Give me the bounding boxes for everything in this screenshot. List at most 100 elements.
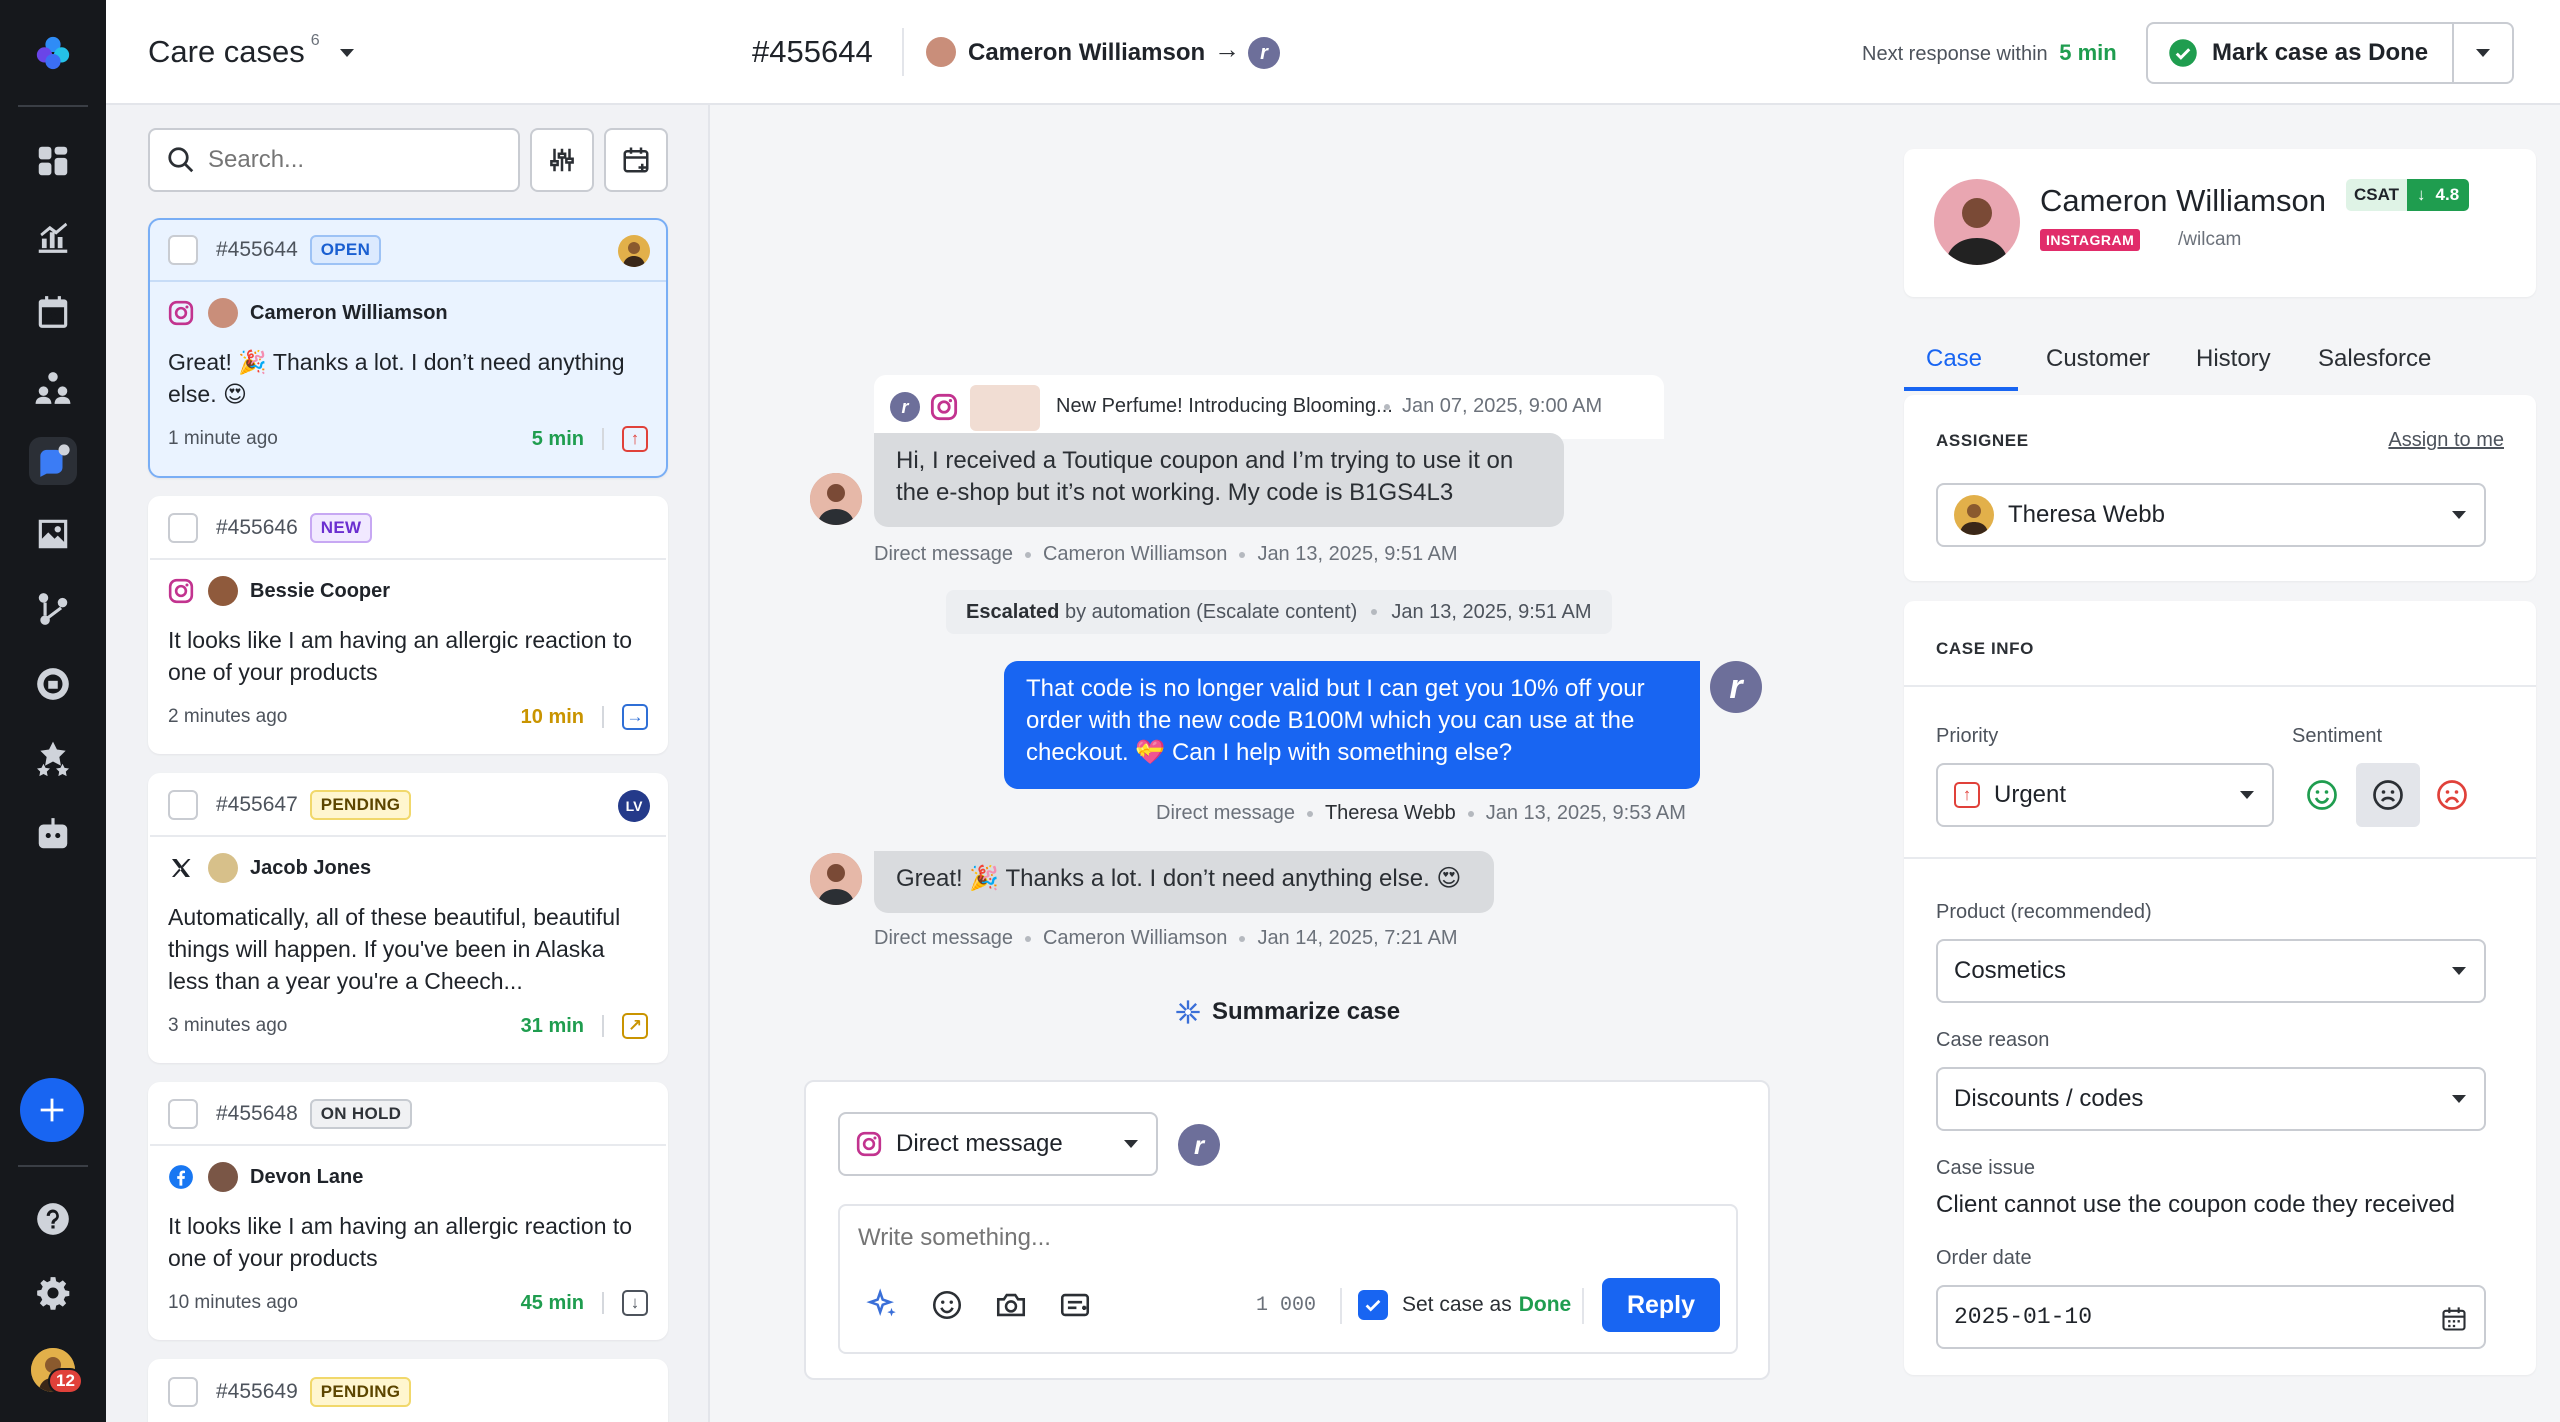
csat-label: CSAT: [2346, 179, 2408, 211]
case-id: #455644: [216, 238, 298, 261]
message-input[interactable]: [858, 1224, 1678, 1252]
escalation-time: Jan 13, 2025, 9:51 AM: [1391, 600, 1592, 623]
tab-customer[interactable]: Customer: [2046, 345, 2150, 373]
analytics-icon[interactable]: [29, 213, 77, 261]
case-time: 1 minute ago: [168, 428, 278, 449]
filter-button[interactable]: [530, 128, 594, 192]
case-header: #455644 Cameron Williamson → r Next resp…: [710, 0, 2560, 105]
set-done-toggle[interactable]: Set case as Done: [1358, 1290, 1571, 1320]
search-box[interactable]: [148, 128, 520, 192]
sparkle-icon: [1176, 1000, 1200, 1024]
done-options-button[interactable]: [2454, 24, 2512, 82]
case-card[interactable]: #455646 NEW Bessie Cooper It looks like …: [148, 496, 668, 754]
csat-value: 4.8: [2435, 179, 2470, 211]
brand-account-icon[interactable]: r: [1178, 1124, 1220, 1166]
case-preview: It looks like I am having an allergic re…: [168, 627, 633, 685]
next-response-value: 5 min: [2059, 40, 2117, 65]
support-icon[interactable]: [29, 660, 77, 708]
reply-button[interactable]: Reply: [1602, 1278, 1720, 1332]
mark-done-button[interactable]: Mark case as Done: [2148, 24, 2454, 82]
customer-name[interactable]: Cameron Williamson: [968, 39, 1205, 67]
assign-to-me-link[interactable]: Assign to me: [2388, 429, 2504, 452]
case-checkbox[interactable]: [168, 513, 198, 543]
priority-select[interactable]: ↑ Urgent: [1936, 763, 2274, 827]
template-icon[interactable]: [1058, 1288, 1092, 1327]
checkbox-checked-icon: [1358, 1290, 1388, 1320]
brand-account-icon: r: [1710, 661, 1762, 713]
set-done-label: Set case as: [1402, 1293, 1512, 1316]
calendar-icon[interactable]: 31: [29, 288, 77, 336]
tab-salesforce[interactable]: Salesforce: [2318, 345, 2431, 373]
product-label: Product (recommended): [1936, 901, 2152, 923]
case-checkbox[interactable]: [168, 790, 198, 820]
bot-icon[interactable]: [29, 810, 77, 858]
next-response-label: Next response within: [1862, 43, 2048, 65]
case-reason-select[interactable]: Discounts / codes: [1936, 1067, 2486, 1131]
case-filter-dropdown[interactable]: Care cases 6: [148, 32, 354, 70]
emoji-icon[interactable]: [930, 1288, 964, 1327]
case-card[interactable]: #455647 PENDING LV Jacob Jones Automatic…: [148, 773, 668, 1063]
priority-low-icon: ↓: [622, 1290, 648, 1316]
sentiment-negative-icon[interactable]: [2434, 777, 2470, 818]
media-icon[interactable]: [29, 510, 77, 558]
sla-timer: 31 min: [520, 1014, 584, 1037]
assignee-avatar: [618, 235, 650, 267]
dashboard-icon[interactable]: [29, 137, 77, 185]
case-time: 2 minutes ago: [168, 706, 288, 727]
case-info-title: CASE INFO: [1936, 639, 2034, 658]
app-logo[interactable]: [29, 29, 77, 77]
assignee-select[interactable]: Theresa Webb: [1936, 483, 2486, 547]
help-icon[interactable]: [29, 1195, 77, 1243]
sla-timer: 45 min: [520, 1291, 584, 1314]
reply-composer: Direct message r 1 000 Set case as Done …: [804, 1080, 1770, 1380]
channel-select[interactable]: Direct message: [838, 1112, 1158, 1176]
summarize-case-button[interactable]: Summarize case: [1174, 998, 1400, 1026]
active-tab-indicator: [1904, 387, 2018, 391]
case-checkbox[interactable]: [168, 235, 198, 265]
instagram-icon: [168, 300, 194, 326]
flows-icon[interactable]: [29, 585, 77, 633]
post-reference[interactable]: r New Perfume! Introducing Blooming... J…: [874, 375, 1664, 439]
next-response: Next response within 5 min: [1862, 40, 2117, 66]
sentiment-neutral-icon[interactable]: [2356, 763, 2420, 827]
camera-icon[interactable]: [994, 1288, 1028, 1327]
author-name: Devon Lane: [250, 1165, 364, 1188]
customer-card: Cameron Williamson INSTAGRAM /wilcam CSA…: [1904, 149, 2536, 297]
favorites-icon[interactable]: [29, 735, 77, 783]
team-icon[interactable]: [29, 364, 77, 412]
message-channel: Direct message: [874, 543, 1013, 565]
sla-timer: 10 min: [520, 705, 584, 728]
case-card[interactable]: #455649 PENDING: [148, 1359, 668, 1422]
profile-name[interactable]: Cameron Williamson: [2040, 183, 2326, 219]
check-circle-icon: [2169, 39, 2197, 67]
inbox-icon[interactable]: [29, 437, 77, 485]
case-count: 6: [310, 32, 320, 49]
schedule-button[interactable]: [604, 128, 668, 192]
case-info-panel: CASE INFO Priority Sentiment ↑ Urgent Pr…: [1904, 601, 2536, 1375]
create-new-button[interactable]: [20, 1078, 84, 1142]
sentiment-positive-icon[interactable]: [2304, 777, 2340, 818]
message-author: Cameron Williamson: [1042, 543, 1228, 565]
status-badge: ON HOLD: [309, 1099, 413, 1129]
order-date-field[interactable]: 2025-01-10: [1936, 1285, 2486, 1349]
tab-case[interactable]: Case: [1926, 345, 1982, 373]
product-select[interactable]: Cosmetics: [1936, 939, 2486, 1003]
ai-assist-icon[interactable]: [866, 1288, 900, 1327]
chevron-down-icon: [1124, 1140, 1138, 1148]
case-card[interactable]: #455648 ON HOLD Devon Lane It looks like…: [148, 1082, 668, 1340]
message-meta: Direct message Cameron Williamson Jan 13, …: [874, 543, 1458, 566]
case-checkbox[interactable]: [168, 1099, 198, 1129]
csat-badge: CSAT ↓ 4.8: [2346, 179, 2470, 211]
customer-avatar: [1934, 179, 2020, 265]
order-date-label: Order date: [1936, 1247, 2032, 1269]
author-avatar: [208, 298, 238, 328]
case-card[interactable]: #455644 OPEN Cameron Williamson Great! 🎉…: [148, 218, 668, 478]
case-checkbox[interactable]: [168, 1377, 198, 1407]
settings-icon[interactable]: [29, 1269, 77, 1317]
search-input[interactable]: [208, 146, 488, 174]
priority-high-icon: →: [622, 704, 648, 730]
case-reason-value: Discounts / codes: [1954, 1085, 2144, 1112]
assignee-title: ASSIGNEE: [1936, 431, 2029, 450]
profile-handle[interactable]: /wilcam: [2178, 229, 2241, 251]
tab-history[interactable]: History: [2196, 345, 2271, 373]
